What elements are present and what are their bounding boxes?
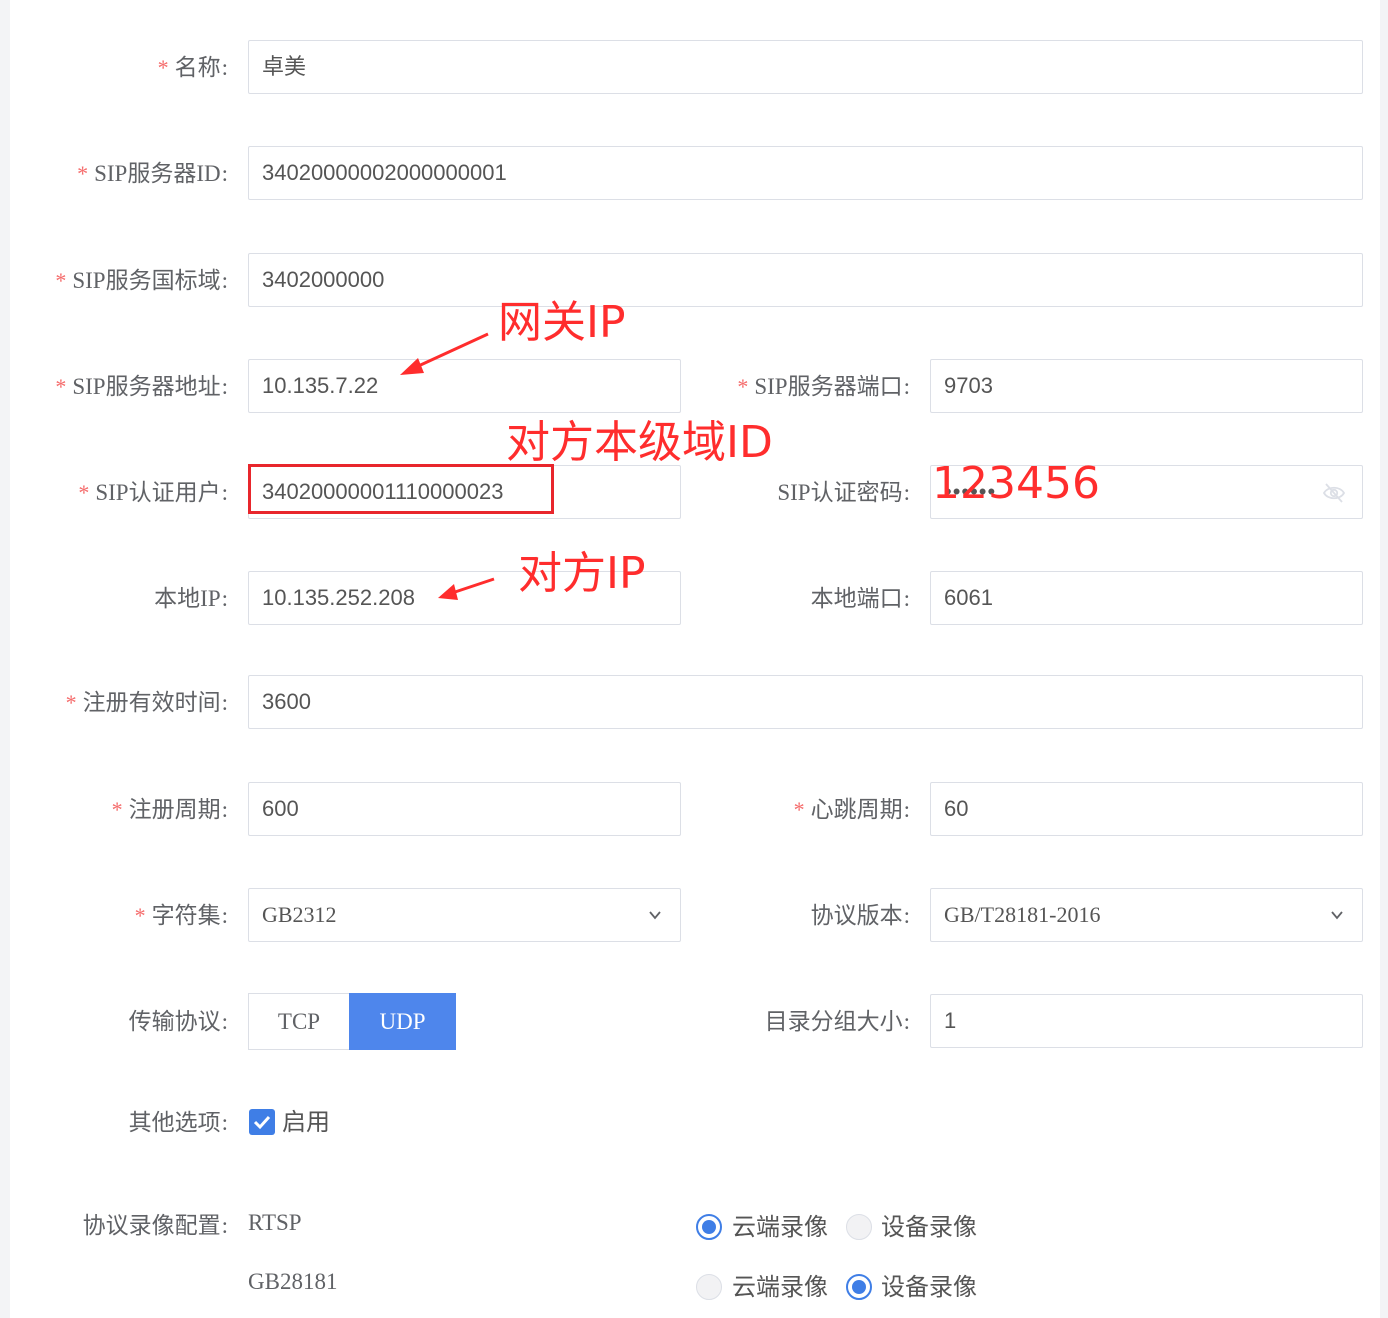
recording-config-label: 协议录像配置: [82, 1213, 228, 1238]
charset-select[interactable]: GB2312 [248, 888, 681, 942]
page-right-edge [1380, 0, 1388, 1318]
register-ttl-label: * 注册有效时间: [65, 690, 228, 715]
chevron-down-icon [649, 911, 661, 920]
register-period-input[interactable]: 600 [248, 782, 681, 836]
protocol-version-value: GB/T28181-2016 [944, 902, 1101, 927]
gb28181-device-label[interactable]: 设备录像 [881, 1272, 977, 1302]
catalog-group-size-label: 目录分组大小: [764, 1009, 910, 1034]
check-icon [253, 1115, 271, 1130]
register-ttl-value: 3600 [262, 689, 311, 714]
protocol-version-label: 协议版本: [810, 903, 910, 928]
gb28181-cloud-radio[interactable] [696, 1274, 722, 1300]
sip-server-port-value: 9703 [944, 373, 993, 398]
rtsp-cloud-radio[interactable] [696, 1214, 722, 1240]
rtsp-cloud-label[interactable]: 云端录像 [732, 1212, 828, 1242]
sip-server-id-label: * SIP服务器ID: [77, 161, 228, 186]
transport-segmented: TCP UDP [248, 993, 456, 1050]
chevron-down-icon [1331, 911, 1343, 920]
recording-protocol-rtsp: RTSP [248, 1210, 302, 1235]
annotation-peer-domain-id: 对方本级域ID [506, 417, 773, 468]
enable-checkbox[interactable] [249, 1109, 275, 1135]
local-ip-value: 10.135.252.208 [262, 585, 415, 610]
eye-off-icon[interactable] [1322, 482, 1346, 504]
name-label: * 名称: [157, 55, 228, 80]
local-port-value: 6061 [944, 585, 993, 610]
register-ttl-input[interactable]: 3600 [248, 675, 1363, 729]
catalog-group-size-value: 1 [944, 1008, 957, 1033]
protocol-version-select[interactable]: GB/T28181-2016 [930, 888, 1363, 942]
gb28181-cloud-label[interactable]: 云端录像 [732, 1272, 828, 1302]
register-period-value: 600 [262, 796, 299, 821]
annotation-highlight-box [248, 464, 554, 514]
sip-server-id-input[interactable]: 34020000002000000001 [248, 146, 1363, 200]
charset-label: * 字符集: [134, 903, 228, 928]
sip-auth-password-label: SIP认证密码: [777, 480, 910, 505]
sip-domain-input[interactable]: 3402000000 [248, 253, 1363, 307]
transport-label: 传输协议: [128, 1009, 228, 1034]
sip-domain-label: * SIP服务国标域: [55, 268, 228, 293]
transport-tcp-button[interactable]: TCP [248, 993, 349, 1050]
rtsp-device-radio[interactable] [846, 1214, 872, 1240]
name-value: 卓美 [262, 54, 307, 79]
sip-server-id-value: 34020000002000000001 [262, 160, 507, 185]
local-port-input[interactable]: 6061 [930, 571, 1363, 625]
heartbeat-period-input[interactable]: 60 [930, 782, 1363, 836]
enable-checkbox-label[interactable]: 启用 [282, 1100, 330, 1144]
name-input[interactable]: 卓美 [248, 40, 1363, 94]
sip-auth-user-label: * SIP认证用户: [78, 480, 228, 505]
heartbeat-period-label: * 心跳周期: [793, 797, 910, 822]
other-options-label: 其他选项: [128, 1110, 228, 1135]
sip-server-addr-input[interactable]: 10.135.7.22 [248, 359, 681, 413]
sip-domain-value: 3402000000 [262, 267, 385, 292]
sip-server-addr-label: * SIP服务器地址: [55, 374, 228, 399]
sip-server-addr-value: 10.135.7.22 [262, 373, 379, 398]
page-left-edge [0, 0, 10, 1318]
gb28181-device-radio[interactable] [846, 1274, 872, 1300]
heartbeat-period-value: 60 [944, 796, 969, 821]
charset-value: GB2312 [262, 902, 337, 927]
catalog-group-size-input[interactable]: 1 [930, 994, 1363, 1048]
rtsp-device-label[interactable]: 设备录像 [881, 1212, 977, 1242]
local-port-label: 本地端口: [810, 586, 910, 611]
annotation-password-hint: 123456 [932, 458, 1100, 509]
register-period-label: * 注册周期: [111, 797, 228, 822]
recording-protocol-gb28181: GB28181 [248, 1269, 338, 1294]
transport-udp-button[interactable]: UDP [349, 993, 456, 1050]
local-ip-label: 本地IP: [154, 586, 228, 611]
annotation-gateway-ip: 网关IP [498, 297, 626, 348]
annotation-peer-ip: 对方IP [518, 548, 646, 599]
sip-server-port-input[interactable]: 9703 [930, 359, 1363, 413]
